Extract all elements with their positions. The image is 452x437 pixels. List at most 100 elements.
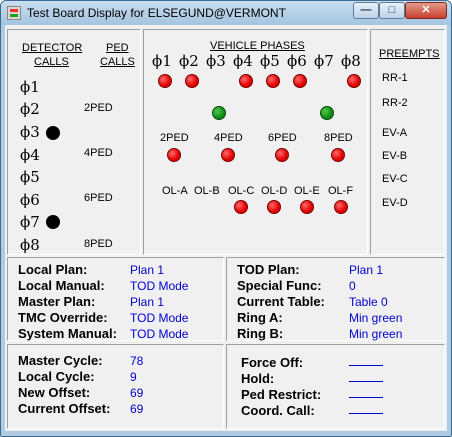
local-manual-label: Local Manual: <box>18 278 105 293</box>
preempt-rr-2: RR-2 <box>382 97 408 109</box>
phase-4-red-indicator <box>239 74 253 88</box>
current-table-label: Current Table: <box>237 294 325 309</box>
plan-info-left-panel: Local Plan: Plan 1 Local Manual: TOD Mod… <box>7 257 224 341</box>
overlap-b: OL-B <box>194 185 220 197</box>
force-off-label: Force Off: <box>241 355 304 370</box>
vehicle-phase-5: ϕ5 <box>260 52 280 70</box>
ped-restrict-label: Ped Restrict: <box>241 387 322 402</box>
tmc-override-label: TMC Override: <box>18 310 108 325</box>
preempt-ev-d: EV-D <box>382 197 408 209</box>
detector-panel: DETECTOR CALLS PED CALLS ϕ1 ϕ2 ϕ3 ϕ4 ϕ5 … <box>7 29 141 255</box>
plan-info-right-panel: TOD Plan: Plan 1 Special Func: 0 Current… <box>226 257 445 341</box>
tod-plan-value: Plan 1 <box>349 263 384 277</box>
maximize-button[interactable]: □ <box>379 2 405 19</box>
vehicle-phases-panel: VEHICLE PHASES ϕ1 ϕ2 ϕ3 ϕ4 ϕ5 ϕ6 ϕ7 ϕ8 2… <box>143 29 368 255</box>
ped-4-red-indicator <box>221 148 235 162</box>
detector-phase-5: ϕ5 <box>20 168 40 186</box>
ped-call-2: 2PED <box>84 102 113 114</box>
vehicle-ped-4: 4PED <box>214 132 243 144</box>
special-func-label: Special Func: <box>237 278 322 293</box>
detector-phase-7: ϕ7 <box>20 213 40 231</box>
ped-8-red-indicator <box>331 148 345 162</box>
phase-5-red-indicator <box>266 74 280 88</box>
detector-header-calls: CALLS <box>34 56 69 68</box>
detector-phase-1: ϕ1 <box>20 78 40 96</box>
overlap-a: OL-A <box>162 185 188 197</box>
ped-2-red-indicator <box>167 148 181 162</box>
vehicle-phase-2: ϕ2 <box>179 52 199 70</box>
current-offset-label: Current Offset: <box>18 401 111 416</box>
master-plan-label: Master Plan: <box>18 294 96 309</box>
current-offset-value: 69 <box>130 402 144 416</box>
ring-b-value: Min green <box>349 327 403 341</box>
coord-call-value <box>349 413 383 414</box>
coord-call-label: Coord. Call: <box>241 403 315 418</box>
ped-restrict-value <box>349 397 383 398</box>
force-off-value <box>349 365 383 366</box>
master-cycle-label: Master Cycle: <box>18 353 103 368</box>
system-manual-label: System Manual: <box>18 326 117 341</box>
local-manual-value: TOD Mode <box>130 279 189 293</box>
new-offset-label: New Offset: <box>18 385 91 400</box>
local-plan-value: Plan 1 <box>130 263 165 277</box>
phase-6-red-indicator <box>293 74 307 88</box>
minimize-button[interactable]: — <box>353 2 379 19</box>
preempt-ev-b: EV-B <box>382 150 408 162</box>
vehicle-phase-4: ϕ4 <box>233 52 253 70</box>
detector-call-indicator-7 <box>46 215 60 229</box>
preempt-ev-c: EV-C <box>382 173 408 185</box>
overlap-e-red-indicator <box>300 200 314 214</box>
preempts-header: PREEMPTS <box>379 48 440 60</box>
app-window: Test Board Display for ELSEGUND@VERMONT … <box>0 0 452 437</box>
client-area: DETECTOR CALLS PED CALLS ϕ1 ϕ2 ϕ3 ϕ4 ϕ5 … <box>5 25 447 431</box>
current-table-value: Table 0 <box>349 295 388 309</box>
phase-3-green-indicator <box>212 106 226 120</box>
title-bar[interactable]: Test Board Display for ELSEGUND@VERMONT … <box>1 1 451 25</box>
detector-phase-4: ϕ4 <box>20 146 40 164</box>
detector-phase-8: ϕ8 <box>20 236 40 254</box>
master-cycle-value: 78 <box>130 354 144 368</box>
ped-call-6: 6PED <box>84 192 113 204</box>
ring-a-label: Ring A: <box>237 310 283 325</box>
vehicle-phase-7: ϕ7 <box>314 52 334 70</box>
vehicle-ped-8: 8PED <box>324 132 353 144</box>
overlap-d: OL-D <box>261 185 288 197</box>
cycle-info-panel: Master Cycle: 78 Local Cycle: 9 New Offs… <box>7 344 224 429</box>
phase-8-red-indicator <box>347 74 361 88</box>
ped-header: PED <box>106 42 129 54</box>
phase-2-red-indicator <box>185 74 199 88</box>
detector-phase-6: ϕ6 <box>20 191 40 209</box>
vehicle-phase-6: ϕ6 <box>287 52 307 70</box>
detector-call-indicator-3 <box>46 126 60 140</box>
detector-phase-2: ϕ2 <box>20 100 40 118</box>
hold-value <box>349 381 383 382</box>
ring-b-label: Ring B: <box>237 326 284 341</box>
overlap-f-red-indicator <box>334 200 348 214</box>
ped-header-calls: CALLS <box>100 56 135 68</box>
local-cycle-label: Local Cycle: <box>18 369 95 384</box>
new-offset-value: 69 <box>130 386 144 400</box>
app-icon <box>7 6 21 20</box>
preempt-rr-1: RR-1 <box>382 72 408 84</box>
ped-6-red-indicator <box>275 148 289 162</box>
special-func-value: 0 <box>349 279 356 293</box>
window-title: Test Board Display for ELSEGUND@VERMONT <box>27 6 286 20</box>
overlap-d-red-indicator <box>267 200 281 214</box>
local-cycle-value: 9 <box>130 370 137 384</box>
overlap-e: OL-E <box>294 185 320 197</box>
preempts-panel: PREEMPTS RR-1 RR-2 EV-A EV-B EV-C EV-D <box>370 29 445 255</box>
close-button[interactable]: ✕ <box>405 2 447 19</box>
ring-a-value: Min green <box>349 311 403 325</box>
tmc-override-value: TOD Mode <box>130 311 189 325</box>
overlap-c: OL-C <box>228 185 255 197</box>
phase-1-red-indicator <box>158 74 172 88</box>
system-manual-value: TOD Mode <box>130 327 189 341</box>
hold-label: Hold: <box>241 371 275 386</box>
ped-call-4: 4PED <box>84 147 113 159</box>
force-info-panel: Force Off: Hold: Ped Restrict: Coord. Ca… <box>226 344 445 429</box>
phase-7-green-indicator <box>320 106 334 120</box>
vehicle-ped-2: 2PED <box>160 132 189 144</box>
vehicle-phase-1: ϕ1 <box>152 52 172 70</box>
tod-plan-label: TOD Plan: <box>237 262 300 277</box>
master-plan-value: Plan 1 <box>130 295 165 309</box>
